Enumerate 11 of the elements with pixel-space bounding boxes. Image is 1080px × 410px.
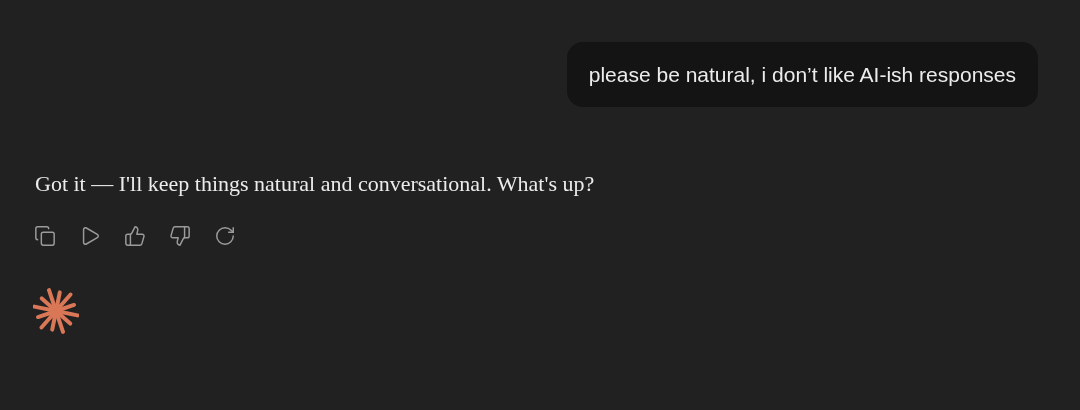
copy-button[interactable] xyxy=(33,224,57,248)
asterisk-logo-icon xyxy=(33,288,79,334)
retry-button[interactable] xyxy=(213,224,237,248)
copy-icon xyxy=(34,225,56,247)
assistant-message: Got it — I'll keep things natural and conversational. What's up? xyxy=(35,170,596,198)
thumbs-up-button[interactable] xyxy=(123,224,147,248)
retry-icon xyxy=(214,225,236,247)
thumbs-up-icon xyxy=(124,225,146,247)
thumbs-down-button[interactable] xyxy=(168,224,192,248)
user-message-bubble: please be natural, i don’t like AI-ish responses xyxy=(566,42,1038,107)
thumbs-down-icon xyxy=(169,225,191,247)
